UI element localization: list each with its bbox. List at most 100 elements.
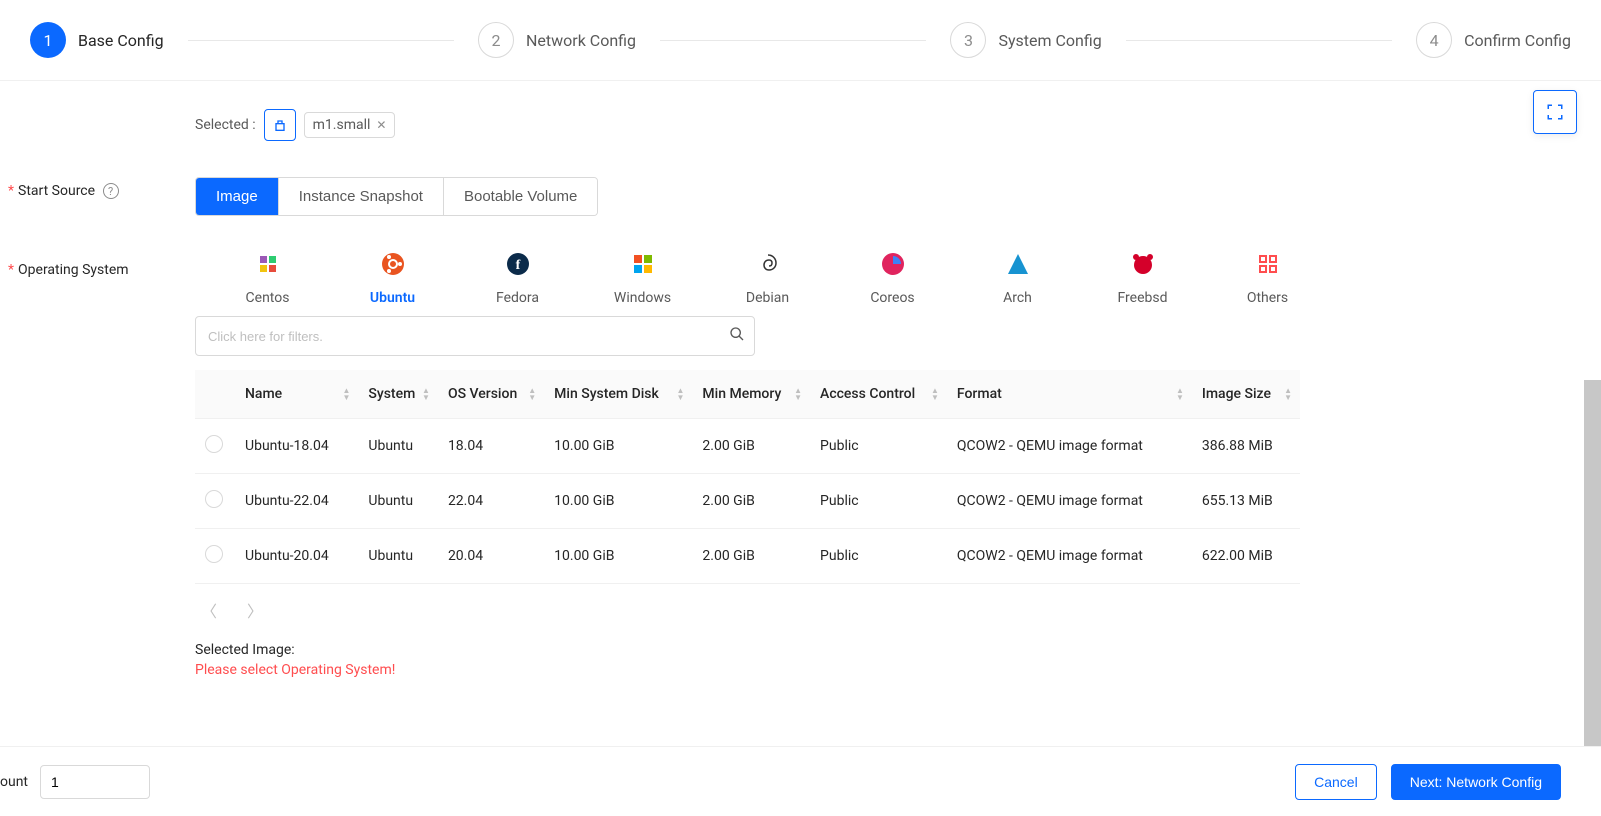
cell-name: Ubuntu-22.04	[235, 474, 358, 529]
footer: ount Cancel Next: Network Config	[0, 746, 1601, 816]
operating-system-label: *Operating System	[0, 232, 195, 278]
os-item-label: Fedora	[496, 290, 539, 306]
others-icon	[1256, 252, 1280, 276]
filter-input[interactable]	[195, 316, 755, 356]
tab-instance-snapshot[interactable]: Instance Snapshot	[278, 178, 443, 215]
svg-text:f: f	[515, 258, 520, 273]
sort-icon[interactable]: ▲▼	[794, 387, 802, 401]
count-input[interactable]	[40, 765, 150, 799]
cancel-button[interactable]: Cancel	[1295, 764, 1377, 800]
step-label-1: Base Config	[78, 31, 164, 50]
coreos-icon	[881, 252, 905, 276]
step-number-4: 4	[1416, 22, 1452, 58]
table-row[interactable]: Ubuntu-18.04 Ubuntu 18.04 10.00 GiB 2.00…	[195, 419, 1300, 474]
os-item-label: Arch	[1003, 290, 1032, 306]
col-os-version[interactable]: OS Version▲▼	[438, 370, 544, 419]
start-source-label: *Start Source ?	[0, 177, 195, 216]
stepper: 1 Base Config 2 Network Config 3 System …	[0, 0, 1601, 80]
cell-size: 655.13 MiB	[1192, 474, 1300, 529]
os-item-label: Windows	[614, 290, 671, 306]
cell-version: 22.04	[438, 474, 544, 529]
selected-chip[interactable]: m1.small ✕	[304, 112, 396, 138]
cell-system: Ubuntu	[358, 474, 438, 529]
os-item-others[interactable]: Others	[1225, 252, 1310, 306]
os-item-ubuntu[interactable]: Ubuntu	[350, 252, 435, 306]
cell-system: Ubuntu	[358, 529, 438, 584]
os-item-label: Others	[1247, 290, 1288, 306]
sort-icon[interactable]: ▲▼	[528, 387, 536, 401]
sort-icon[interactable]: ▲▼	[1176, 387, 1184, 401]
step-1[interactable]: 1 Base Config	[30, 22, 164, 58]
selected-chip-label: m1.small	[313, 117, 371, 133]
col-min-disk[interactable]: Min System Disk▲▼	[544, 370, 692, 419]
os-item-label: Debian	[746, 290, 789, 306]
sort-icon[interactable]: ▲▼	[342, 387, 350, 401]
cell-format: QCOW2 - QEMU image format	[947, 529, 1192, 584]
cell-size: 386.88 MiB	[1192, 419, 1300, 474]
ubuntu-icon	[381, 252, 405, 276]
pager: 〈 〉	[195, 584, 1521, 636]
cell-disk: 10.00 GiB	[544, 529, 692, 584]
step-3[interactable]: 3 System Config	[950, 22, 1101, 58]
step-divider	[188, 40, 454, 41]
col-system[interactable]: System▲▼	[358, 370, 438, 419]
cell-system: Ubuntu	[358, 419, 438, 474]
row-radio[interactable]	[205, 490, 223, 508]
tab-bootable-volume[interactable]: Bootable Volume	[443, 178, 597, 215]
filter-wrap	[195, 316, 755, 356]
help-icon[interactable]: ?	[103, 183, 119, 199]
next-button[interactable]: Next: Network Config	[1391, 764, 1561, 800]
cell-size: 622.00 MiB	[1192, 529, 1300, 584]
flavor-icon[interactable]	[264, 109, 296, 141]
cell-version: 20.04	[438, 529, 544, 584]
os-item-fedora[interactable]: f Fedora	[475, 252, 560, 306]
step-label-3: System Config	[998, 31, 1101, 50]
pager-next-icon[interactable]: 〉	[247, 598, 263, 622]
cell-access: Public	[810, 419, 947, 474]
selected-line: Selected : m1.small ✕	[195, 109, 1521, 141]
os-item-windows[interactable]: Windows	[600, 252, 685, 306]
row-radio[interactable]	[205, 545, 223, 563]
step-divider	[660, 40, 926, 41]
step-2[interactable]: 2 Network Config	[478, 22, 636, 58]
sort-icon[interactable]: ▲▼	[422, 387, 430, 401]
os-item-debian[interactable]: Debian	[725, 252, 810, 306]
sort-icon[interactable]: ▲▼	[931, 387, 939, 401]
windows-icon	[631, 252, 655, 276]
cell-memory: 2.00 GiB	[692, 419, 810, 474]
cell-memory: 2.00 GiB	[692, 529, 810, 584]
cell-access: Public	[810, 474, 947, 529]
os-item-label: Coreos	[870, 290, 914, 306]
os-item-centos[interactable]: Centos	[225, 252, 310, 306]
cell-memory: 2.00 GiB	[692, 474, 810, 529]
col-format[interactable]: Format▲▼	[947, 370, 1192, 419]
table-row[interactable]: Ubuntu-20.04 Ubuntu 20.04 10.00 GiB 2.00…	[195, 529, 1300, 584]
fullscreen-button[interactable]	[1533, 90, 1577, 134]
cell-format: QCOW2 - QEMU image format	[947, 474, 1192, 529]
arch-icon	[1006, 252, 1030, 276]
col-access[interactable]: Access Control▲▼	[810, 370, 947, 419]
scrollbar[interactable]	[1584, 380, 1601, 780]
step-number-3: 3	[950, 22, 986, 58]
sort-icon[interactable]: ▲▼	[676, 387, 684, 401]
col-size[interactable]: Image Size▲▼	[1192, 370, 1300, 419]
cell-name: Ubuntu-18.04	[235, 419, 358, 474]
step-4[interactable]: 4 Confirm Config	[1416, 22, 1571, 58]
table-row[interactable]: Ubuntu-22.04 Ubuntu 22.04 10.00 GiB 2.00…	[195, 474, 1300, 529]
tab-image[interactable]: Image	[196, 178, 278, 215]
os-item-freebsd[interactable]: Freebsd	[1100, 252, 1185, 306]
os-item-label: Freebsd	[1117, 290, 1167, 306]
count-label: ount	[0, 774, 28, 790]
col-min-memory[interactable]: Min Memory▲▼	[692, 370, 810, 419]
close-icon[interactable]: ✕	[376, 118, 386, 132]
col-name[interactable]: Name▲▼	[235, 370, 358, 419]
os-item-arch[interactable]: Arch	[975, 252, 1060, 306]
cell-disk: 10.00 GiB	[544, 474, 692, 529]
pager-prev-icon[interactable]: 〈	[201, 598, 217, 622]
os-item-label: Centos	[246, 290, 290, 306]
os-item-coreos[interactable]: Coreos	[850, 252, 935, 306]
search-icon[interactable]	[729, 326, 745, 346]
cell-format: QCOW2 - QEMU image format	[947, 419, 1192, 474]
row-radio[interactable]	[205, 435, 223, 453]
sort-icon[interactable]: ▲▼	[1284, 387, 1292, 401]
